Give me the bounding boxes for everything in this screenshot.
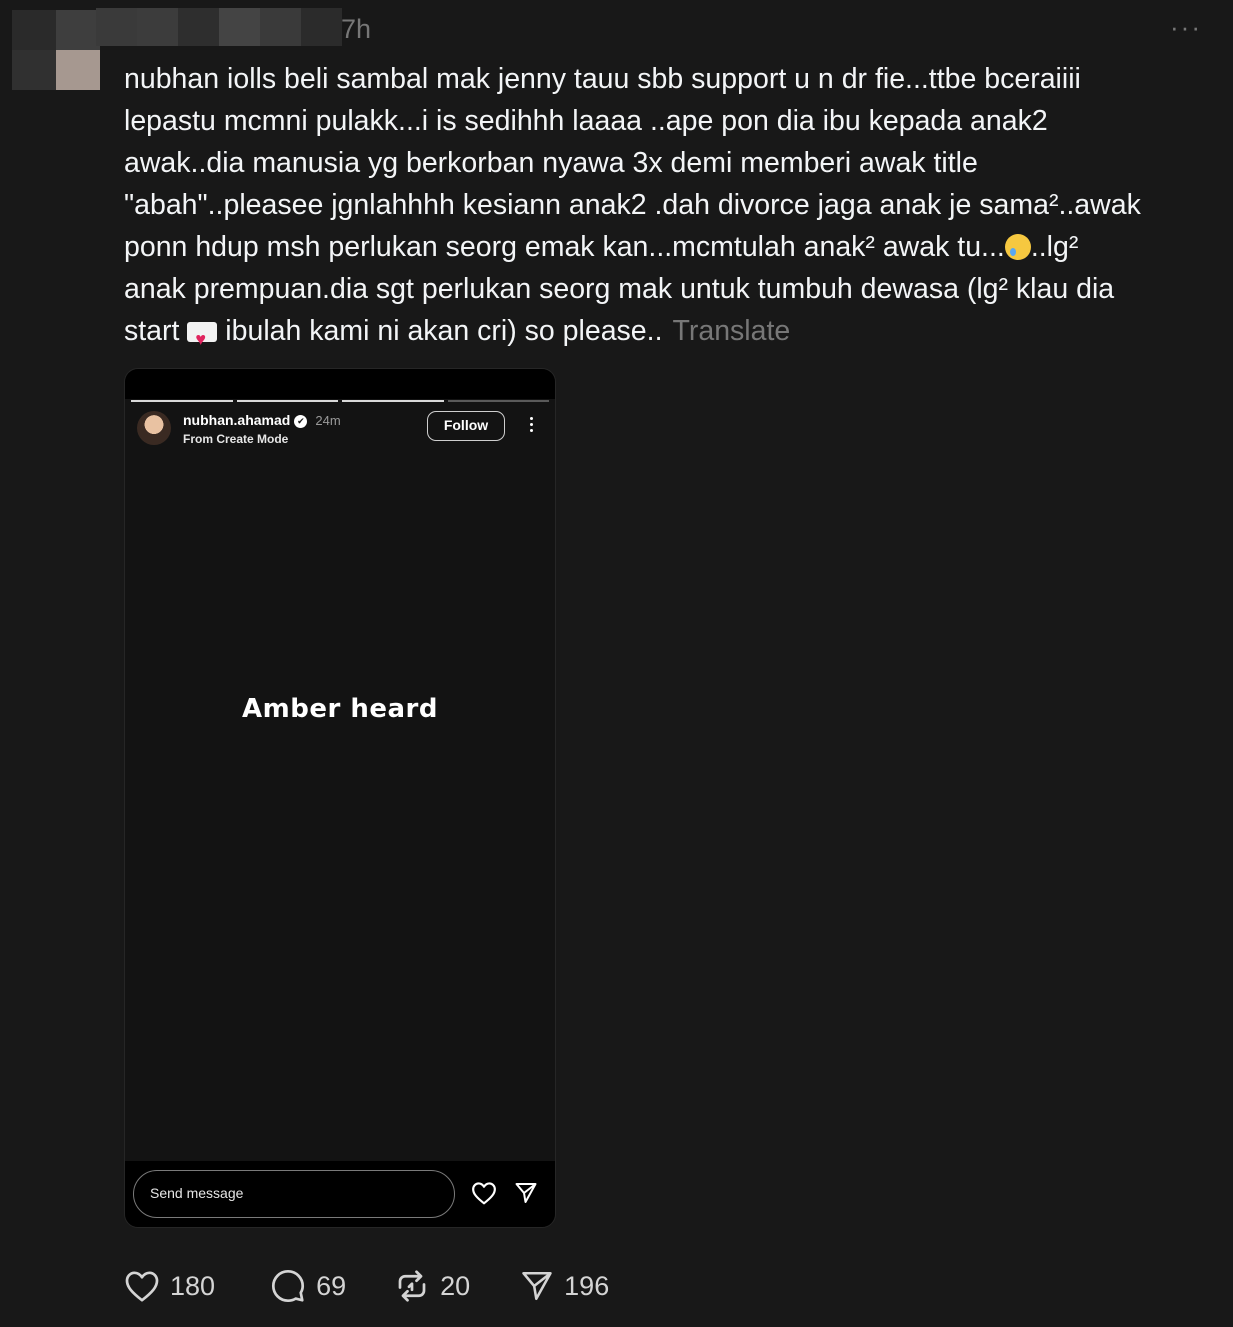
story-bottom-bar: Send message (125, 1161, 555, 1227)
story-progress (131, 400, 549, 402)
story-progress-segment (447, 400, 549, 402)
post-text-segment: ..lg² (1030, 231, 1079, 263)
repost-button[interactable]: 20 (394, 1268, 470, 1304)
post-text-segment: ibulah kami ni akan cri) so please.. (225, 315, 663, 347)
post-text-line: ponn hdup msh perlukan seorg emak kan...… (124, 226, 1214, 268)
post-text-line: anak prempuan.dia sgt perlukan seorg mak… (124, 273, 1115, 305)
username-blur-block (260, 8, 301, 46)
like-count: 180 (170, 1270, 216, 1301)
share-count: 196 (564, 1270, 610, 1301)
comment-icon (272, 1269, 305, 1303)
story-progress-segment (236, 400, 338, 402)
story-progress-segment (342, 400, 444, 402)
reply-button[interactable]: 69 (270, 1268, 346, 1304)
username-blur-block (96, 8, 137, 46)
story-progress-segment (131, 400, 233, 402)
send-icon (522, 1271, 552, 1301)
follow-button[interactable]: Follow (427, 411, 505, 441)
post-time[interactable]: 7h (341, 14, 371, 45)
heart-icon (125, 1271, 159, 1302)
story-caption: Amber heard (242, 694, 438, 724)
post-text-segment: start (124, 315, 180, 347)
avatar-pixel (56, 50, 100, 90)
avatar-pixel (56, 10, 100, 50)
username-blur-block (301, 8, 342, 46)
post-text-line: awak..dia manusia yg berkorban nyawa 3x … (124, 147, 978, 179)
story-username[interactable]: nubhan.ahamad (183, 412, 290, 428)
avatar-pixel (12, 10, 56, 50)
heart-icon[interactable] (471, 1181, 497, 1205)
story-screenshot[interactable]: nubhan.ahamad ✔ 24m From Create Mode Follo… (124, 368, 556, 1228)
story-subtitle: From Create Mode (183, 432, 289, 446)
love-letter-emoji-icon (187, 318, 218, 360)
avatar-pixel (12, 50, 56, 90)
send-message-input[interactable]: Send message (133, 1170, 455, 1218)
post-text: nubhan iolls beli sambal mak jenny tauu … (124, 58, 1214, 360)
post-text-line: "abah"..pleasee jgnlahhhh kesiann anak2 … (124, 189, 1141, 221)
username-blur-block (137, 8, 178, 46)
username-blur-block (219, 8, 260, 46)
story-age: 24m (315, 413, 341, 428)
send-icon[interactable] (513, 1181, 539, 1205)
post-text-segment: ponn hdup msh perlukan seorg emak kan...… (124, 231, 1005, 263)
story-avatar[interactable] (137, 411, 171, 445)
repost-count: 20 (440, 1270, 471, 1301)
reply-count: 69 (316, 1270, 347, 1301)
story-username-row[interactable]: nubhan.ahamad ✔ 24m (183, 412, 341, 428)
post-text-line: nubhan iolls beli sambal mak jenny tauu … (124, 63, 1081, 95)
post-actions: 180 69 20 196 (124, 1266, 609, 1306)
story-top-bar (125, 369, 555, 399)
story-more-options-icon[interactable] (525, 415, 537, 437)
post-text-line: start ibulah kami ni akan cri) so please… (124, 310, 1214, 360)
avatar[interactable] (12, 10, 100, 90)
username-blurred[interactable] (96, 8, 342, 46)
translate-link[interactable]: Translate (673, 315, 791, 347)
username-blur-block (178, 8, 219, 46)
like-button[interactable]: 180 (124, 1269, 215, 1303)
more-options-icon[interactable]: ··· (1170, 12, 1202, 43)
verified-badge-icon: ✔ (294, 415, 308, 428)
crying-face-emoji-icon (1004, 234, 1031, 260)
post-text-line: lepastu mcmni pulakk...i is sedihhh laaa… (124, 105, 1048, 137)
share-button[interactable]: 196 (520, 1269, 609, 1303)
repost-icon (398, 1270, 426, 1302)
